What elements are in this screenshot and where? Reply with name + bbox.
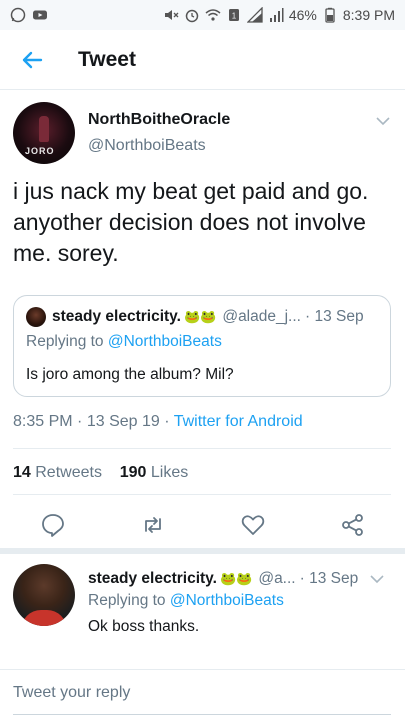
quoted-date: · 13 Sep <box>304 308 364 325</box>
whatsapp-icon <box>10 7 26 23</box>
reply-text: Ok boss thanks. <box>88 618 200 635</box>
reply-avatar[interactable] <box>13 564 75 626</box>
tweet-author: JORO NorthBoitheOracle @NorthboiBeats <box>0 90 405 170</box>
status-left <box>10 7 48 23</box>
reply-replying-link[interactable]: @NorthboiBeats <box>170 592 284 609</box>
alarm-icon <box>185 9 199 23</box>
svg-text:1: 1 <box>232 12 237 21</box>
status-right: 1 46% 8:39 PM <box>163 7 395 23</box>
chevron-down-icon[interactable] <box>374 112 392 130</box>
tweet-date: · 13 Sep 19 · <box>77 413 170 430</box>
tweet-source-link[interactable]: Twitter for Android <box>174 413 303 430</box>
retweets-label: Retweets <box>35 464 102 481</box>
retweets-stat[interactable]: 14 Retweets <box>13 464 102 481</box>
retweet-icon[interactable] <box>140 512 166 538</box>
reply-icon[interactable] <box>40 512 66 538</box>
quoted-header: steady electricity. 🐸🐸 @alade_j... · 13 … <box>26 306 386 328</box>
tweet-time: 8:35 PM <box>13 413 73 430</box>
avatar-shirt <box>21 610 67 626</box>
likes-label: Likes <box>150 464 189 481</box>
signal-bars-icon <box>269 8 284 22</box>
quoted-tweet[interactable]: steady electricity. 🐸🐸 @alade_j... · 13 … <box>13 295 391 397</box>
quoted-handle: @alade_j... <box>222 308 301 325</box>
reply-emoji: 🐸🐸 <box>219 571 253 586</box>
sim-icon: 1 <box>228 9 239 21</box>
back-arrow-icon <box>22 51 43 68</box>
divider <box>13 494 391 495</box>
tweet-stats: 14 Retweets 190 Likes <box>13 464 188 482</box>
reply-handle: @a... <box>258 570 296 587</box>
author-display-name[interactable]: NorthBoitheOracle <box>88 111 230 129</box>
quoted-avatar <box>26 307 46 327</box>
reply-replying-to: Replying to @NorthboiBeats <box>88 592 284 610</box>
reply-header: steady electricity. 🐸🐸 @a... · 13 Sep <box>88 568 393 590</box>
reply-date: · 13 Sep <box>299 570 359 587</box>
quoted-text: Is joro among the album? Mil? <box>26 366 234 383</box>
likes-count: 190 <box>119 464 147 481</box>
chevron-down-icon[interactable] <box>368 570 386 588</box>
youtube-icon <box>33 10 47 20</box>
mute-icon <box>164 10 179 20</box>
share-icon[interactable] <box>340 512 366 538</box>
avatar[interactable]: JORO <box>13 102 75 164</box>
author-handle[interactable]: @NorthboiBeats <box>88 137 206 155</box>
avatar-text: JORO <box>25 146 55 156</box>
reply-replying-prefix: Replying to <box>88 592 166 609</box>
reply-input[interactable]: Tweet your reply <box>13 684 130 702</box>
quoted-replying-link[interactable]: @NorthboiBeats <box>108 333 222 350</box>
reply-composer: Tweet your reply <box>0 669 405 720</box>
likes-stat[interactable]: 190 Likes <box>120 464 189 481</box>
quoted-emoji: 🐸🐸 <box>183 309 217 324</box>
app-header: Tweet <box>0 30 405 90</box>
divider <box>13 448 391 449</box>
wifi-icon <box>205 9 221 21</box>
tweet-actions <box>0 500 405 550</box>
signal-icon <box>246 7 263 23</box>
composer-underline <box>13 714 391 715</box>
clock: 8:39 PM <box>342 7 395 23</box>
battery-icon <box>325 7 335 23</box>
quoted-replying-to: Replying to @NorthboiBeats <box>26 333 222 351</box>
quoted-replying-prefix: Replying to <box>26 333 104 350</box>
tweet-text: i jus nack my beat get paid and go. anyo… <box>13 178 369 266</box>
quoted-display-name: steady electricity. <box>52 308 181 325</box>
battery-percent: 46% <box>288 7 317 23</box>
reply-display-name[interactable]: steady electricity. <box>88 570 217 588</box>
page-title: Tweet <box>78 47 136 71</box>
avatar-figure <box>39 116 49 142</box>
back-button[interactable] <box>12 40 52 80</box>
status-bar: 1 46% 8:39 PM <box>0 0 405 30</box>
tweet-meta: 8:35 PM · 13 Sep 19 · Twitter for Androi… <box>13 413 303 431</box>
reply-tweet[interactable]: steady electricity. 🐸🐸 @a... · 13 Sep Re… <box>0 554 405 669</box>
heart-icon[interactable] <box>240 512 266 538</box>
retweets-count: 14 <box>13 464 31 481</box>
